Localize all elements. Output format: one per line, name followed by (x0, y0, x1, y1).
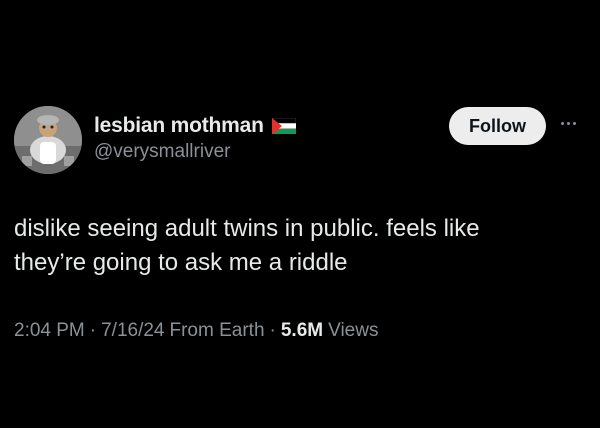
tweet-card: lesbian mothman @verysmallriver Follow d… (0, 0, 600, 428)
more-dot (567, 121, 570, 125)
tweet-date[interactable]: 7/16/24 (101, 320, 164, 342)
meta-separator: · (89, 320, 97, 341)
tweet-text-line-2: they’re going to ask me a riddle (14, 249, 348, 276)
more-dot (573, 121, 576, 125)
tweet-text-line-1: dislike seeing adult twins in public. fe… (14, 215, 480, 242)
author-handle[interactable]: @verysmallriver (94, 141, 230, 163)
views-count: 5.6M (280, 320, 324, 341)
follow-button[interactable]: Follow (449, 107, 546, 145)
tweet-meta: 2:04 PM · 7/16/24 From Earth · 5.6M View… (14, 320, 378, 342)
tweet-text: dislike seeing adult twins in public. fe… (14, 212, 574, 280)
palestine-flag-icon (271, 118, 296, 134)
more-icon[interactable] (561, 118, 581, 128)
tweet-source: From Earth (169, 320, 265, 341)
tweet-time[interactable]: 2:04 PM (14, 320, 85, 342)
meta-separator: · (269, 320, 276, 341)
avatar-image (14, 106, 82, 174)
views-label: Views (328, 320, 379, 341)
avatar[interactable] (14, 106, 82, 174)
display-name[interactable]: lesbian mothman (94, 114, 264, 138)
author-name-row: lesbian mothman (94, 113, 296, 139)
more-dot (561, 121, 564, 125)
